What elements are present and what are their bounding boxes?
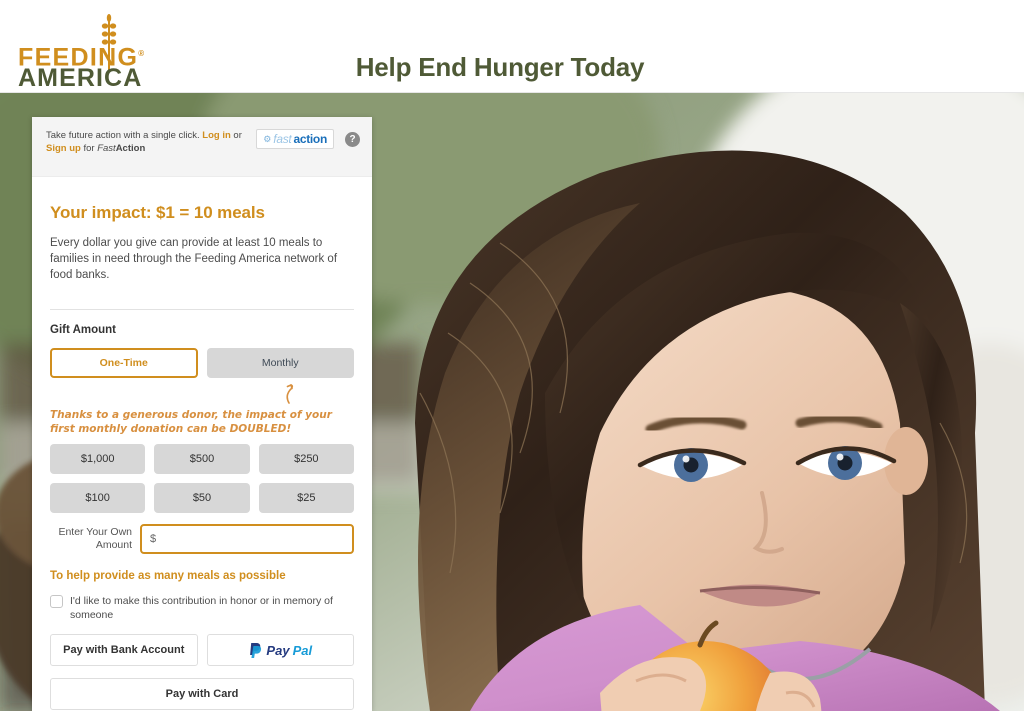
paypal-p-icon bbox=[250, 642, 262, 658]
fastaction-product-action: Action bbox=[115, 143, 146, 154]
honor-memory-row: I'd like to make this contribution in ho… bbox=[50, 594, 354, 622]
frequency-toggle-group: One-Time Monthly bbox=[50, 348, 354, 378]
custom-amount-input[interactable]: $ bbox=[140, 524, 354, 554]
page-title: Help End Hunger Today bbox=[355, 52, 645, 82]
help-provide-message: To help provide as many meals as possibl… bbox=[50, 570, 286, 582]
gear-icon: ⚙ bbox=[263, 133, 272, 144]
monthly-match-note-wrap: Thanks to a generous donor, the impact o… bbox=[50, 384, 354, 436]
amount-option-50[interactable]: $50 bbox=[154, 483, 250, 513]
curved-arrow-up-icon bbox=[286, 384, 294, 404]
fastaction-for: for bbox=[80, 143, 98, 154]
monthly-match-note: Thanks to a generous donor, the impact o… bbox=[50, 409, 332, 435]
section-divider bbox=[50, 309, 354, 310]
custom-amount-label: Enter Your Own Amount bbox=[58, 526, 132, 551]
amount-option-1000[interactable]: $1,000 bbox=[50, 444, 146, 474]
frequency-option-one-time[interactable]: One-Time bbox=[50, 348, 198, 378]
fastaction-bar: Take future action with a single click. … bbox=[32, 117, 372, 177]
pay-with-paypal-button[interactable]: Pay Pal bbox=[206, 634, 354, 666]
gift-amount-label: Gift Amount bbox=[50, 324, 117, 336]
paypal-text-pal: Pal bbox=[292, 642, 313, 658]
pay-with-card-button[interactable]: Pay with Card bbox=[50, 678, 354, 710]
login-link[interactable]: Log in bbox=[202, 130, 231, 141]
donation-page: FEEDING® AMERICA Help End Hunger Today T… bbox=[0, 0, 1024, 711]
paypal-text-pay: Pay bbox=[266, 642, 290, 658]
frequency-option-monthly[interactable]: Monthly bbox=[206, 348, 354, 378]
signup-link[interactable]: Sign up bbox=[46, 143, 81, 154]
impact-description: Every dollar you give can provide at lea… bbox=[50, 237, 338, 281]
fastaction-badge-action: action bbox=[293, 132, 327, 146]
amount-option-25[interactable]: $25 bbox=[258, 483, 354, 513]
donation-form-body: Your impact: $1 = 10 meals Every dollar … bbox=[32, 203, 372, 710]
honor-memory-label[interactable]: I'd like to make this contribution in ho… bbox=[70, 594, 335, 622]
donation-form-card: Take future action with a single click. … bbox=[32, 117, 372, 711]
custom-amount-row: Enter Your Own Amount $ bbox=[50, 524, 354, 554]
pay-with-bank-account-button[interactable]: Pay with Bank Account bbox=[50, 634, 198, 666]
currency-prefix: $ bbox=[150, 533, 157, 545]
fastaction-or: or bbox=[230, 130, 242, 141]
fastaction-intro: Take future action with a single click. bbox=[46, 130, 203, 141]
fastaction-product-fast: Fast bbox=[97, 143, 116, 154]
fastaction-badge[interactable]: ⚙ fast action bbox=[256, 129, 334, 149]
payment-methods-row: Pay with Bank Account Pay Pal bbox=[50, 634, 354, 666]
preset-amount-grid: $1,000 $500 $250 $100 $50 $25 bbox=[50, 444, 354, 513]
impact-headline: Your impact: $1 = 10 meals bbox=[50, 203, 265, 222]
amount-option-100[interactable]: $100 bbox=[50, 483, 146, 513]
amount-option-250[interactable]: $250 bbox=[258, 444, 354, 474]
paypal-logo: Pay Pal bbox=[248, 642, 312, 659]
amount-option-500[interactable]: $500 bbox=[154, 444, 250, 474]
fastaction-badge-fast: fast bbox=[273, 132, 292, 146]
site-header: FEEDING® AMERICA Help End Hunger Today bbox=[0, 0, 1024, 93]
help-question-icon[interactable]: ? bbox=[345, 132, 360, 147]
fastaction-text: Take future action with a single click. … bbox=[46, 129, 254, 155]
honor-memory-checkbox[interactable] bbox=[50, 595, 63, 608]
